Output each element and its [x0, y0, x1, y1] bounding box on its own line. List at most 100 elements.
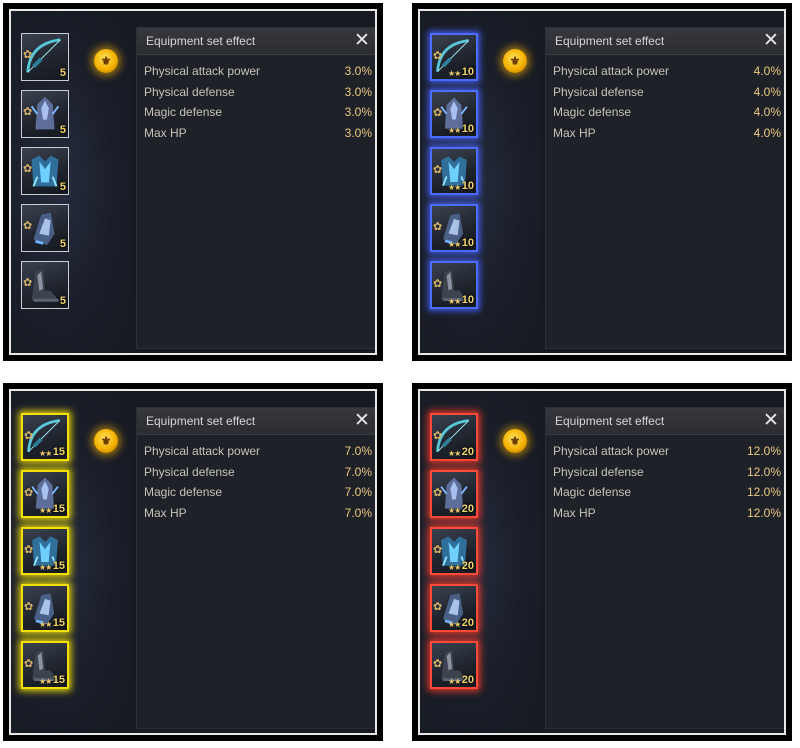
stat-row: Physical attack power 12.0%	[553, 444, 781, 465]
enhance-level: 10	[461, 294, 474, 306]
panel-header: Equipment set effect ✕	[546, 28, 784, 55]
stat-row: Magic defense 4.0%	[553, 105, 781, 126]
stat-name: Physical attack power	[553, 444, 670, 458]
stat-row: Physical defense 12.0%	[553, 465, 781, 486]
equipment-slot-armor[interactable]: ✿ ★★ 10	[430, 147, 478, 195]
gold-set-emblem-icon[interactable]: ⚜	[503, 49, 527, 73]
stat-list: Physical attack power 4.0% Physical defe…	[546, 55, 784, 147]
flower-emblem-icon: ✿	[433, 601, 443, 613]
equipment-set-screen-1: ✿ 5 ✿ 5 ✿ 5 ✿ 5 ✿ 5 ⚜ Equipment set effe…	[4, 4, 382, 360]
equipment-slot-bow[interactable]: ✿ ★★ 10	[430, 33, 478, 81]
stat-list: Physical attack power 3.0% Physical defe…	[137, 55, 375, 146]
equipment-slot-boots[interactable]: ✿ ★★ 15	[21, 641, 69, 689]
close-button[interactable]: ✕	[761, 31, 781, 51]
star-rating: ★★	[39, 449, 52, 458]
gold-set-emblem-icon[interactable]: ⚜	[503, 429, 527, 453]
star-rating: ★★	[39, 506, 52, 515]
stat-value: 12.0%	[746, 444, 781, 458]
equipment-slot-bow[interactable]: ✿ ★★ 20	[430, 413, 478, 461]
equipment-slot-gauntlet[interactable]: ✿ ★★ 10	[430, 204, 478, 252]
stat-row: Physical attack power 7.0%	[144, 444, 372, 465]
equipment-slot-bow[interactable]: ✿ ★★ 15	[21, 413, 69, 461]
flower-emblem-icon: ✿	[433, 487, 443, 499]
enhance-level: 15	[52, 446, 65, 458]
star-rating: ★★	[39, 563, 52, 572]
equipment-slot-helmet[interactable]: ✿ ★★ 10	[430, 90, 478, 138]
stat-value: 4.0%	[753, 64, 781, 78]
stat-row: Magic defense 7.0%	[144, 485, 372, 506]
equipment-slot-helmet[interactable]: ✿ ★★ 15	[21, 470, 69, 518]
flower-emblem-icon: ✿	[433, 658, 443, 670]
equipment-slot-boots[interactable]: ✿ ★★ 10	[430, 261, 478, 309]
flower-emblem-icon: ✿	[23, 277, 33, 289]
stat-row: Max HP 4.0%	[553, 126, 781, 147]
equipment-slot-gauntlet[interactable]: ✿ ★★ 15	[21, 584, 69, 632]
equipment-slot-gauntlet[interactable]: ✿ ★★ 20	[430, 584, 478, 632]
enhance-level: 5	[59, 124, 66, 136]
stat-name: Physical defense	[144, 464, 235, 479]
close-button[interactable]: ✕	[761, 411, 781, 431]
equipment-slot-helmet[interactable]: ✿ 5	[21, 90, 69, 138]
set-effect-panel: Equipment set effect ✕ Physical attack p…	[545, 27, 784, 349]
flower-emblem-icon: ✿	[24, 544, 34, 556]
close-button[interactable]: ✕	[352, 31, 372, 51]
set-effect-panel: Equipment set effect ✕ Physical attack p…	[136, 407, 375, 729]
equipment-slot-bow[interactable]: ✿ 5	[21, 33, 69, 81]
equipment-slot-boots[interactable]: ✿ ★★ 20	[430, 641, 478, 689]
gold-set-emblem-icon[interactable]: ⚜	[94, 49, 118, 73]
stat-name: Magic defense	[144, 105, 223, 119]
equipment-slot-column: ✿ 5 ✿ 5 ✿ 5 ✿ 5 ✿ 5	[21, 33, 81, 318]
panel-header: Equipment set effect ✕	[137, 408, 375, 435]
panel-title: Equipment set effect	[555, 34, 665, 48]
enhance-level: 10	[461, 180, 474, 192]
stat-value: 7.0%	[344, 444, 372, 458]
equipment-slot-gauntlet[interactable]: ✿ 5	[21, 204, 69, 252]
equipment-slot-armor[interactable]: ✿ ★★ 20	[430, 527, 478, 575]
stat-list: Physical attack power 7.0% Physical defe…	[137, 435, 375, 526]
stat-name: Physical defense	[553, 464, 644, 479]
enhance-level: 20	[461, 503, 474, 515]
stat-value: 3.0%	[344, 64, 372, 78]
flower-emblem-icon: ✿	[24, 658, 34, 670]
enhance-level: 5	[59, 238, 66, 250]
stat-row: Physical defense 3.0%	[144, 85, 372, 106]
stat-name: Physical attack power	[144, 64, 261, 78]
close-button[interactable]: ✕	[352, 411, 372, 431]
equipment-set-screen-3: ✿ ★★ 15 ✿ ★★ 15 ✿ ★★ 15 ✿ ★★ 15 ✿ ★★ 15 …	[4, 384, 382, 740]
equipment-slot-helmet[interactable]: ✿ ★★ 20	[430, 470, 478, 518]
flower-emblem-icon: ✿	[24, 430, 34, 442]
stat-name: Max HP	[553, 125, 596, 140]
flower-emblem-icon: ✿	[433, 221, 443, 233]
star-rating: ★★	[39, 620, 52, 629]
panel-header: Equipment set effect ✕	[137, 28, 375, 55]
panel-title: Equipment set effect	[555, 414, 665, 428]
stat-name: Magic defense	[144, 485, 223, 499]
enhance-level: 20	[461, 674, 474, 686]
enhance-level: 20	[461, 617, 474, 629]
stat-value: 12.0%	[746, 485, 781, 499]
star-rating: ★★	[448, 563, 461, 572]
stat-value: 4.0%	[753, 125, 781, 140]
enhance-level: 5	[59, 295, 66, 307]
equipment-slot-armor[interactable]: ✿ 5	[21, 147, 69, 195]
gold-set-emblem-icon[interactable]: ⚜	[94, 429, 118, 453]
star-rating: ★★	[448, 240, 461, 249]
flower-emblem-icon: ✿	[433, 164, 443, 176]
enhance-level: 10	[461, 237, 474, 249]
flower-emblem-icon: ✿	[433, 107, 443, 119]
equipment-slot-boots[interactable]: ✿ 5	[21, 261, 69, 309]
enhance-level: 5	[59, 67, 66, 79]
equipment-slot-column: ✿ ★★ 10 ✿ ★★ 10 ✿ ★★ 10 ✿ ★★ 10 ✿ ★★ 10	[430, 33, 490, 318]
star-rating: ★★	[448, 183, 461, 192]
set-effect-panel: Equipment set effect ✕ Physical attack p…	[545, 407, 784, 729]
panel-title: Equipment set effect	[146, 34, 256, 48]
equipment-set-screen-4: ✿ ★★ 20 ✿ ★★ 20 ✿ ★★ 20 ✿ ★★ 20 ✿ ★★ 20 …	[413, 384, 791, 740]
stat-name: Physical attack power	[144, 444, 261, 458]
stat-name: Max HP	[144, 125, 187, 140]
stat-value: 12.0%	[746, 464, 781, 479]
flower-emblem-icon: ✿	[433, 50, 443, 62]
equipment-slot-armor[interactable]: ✿ ★★ 15	[21, 527, 69, 575]
stat-name: Physical defense	[553, 84, 644, 99]
stat-row: Physical defense 7.0%	[144, 465, 372, 486]
star-rating: ★★	[448, 620, 461, 629]
